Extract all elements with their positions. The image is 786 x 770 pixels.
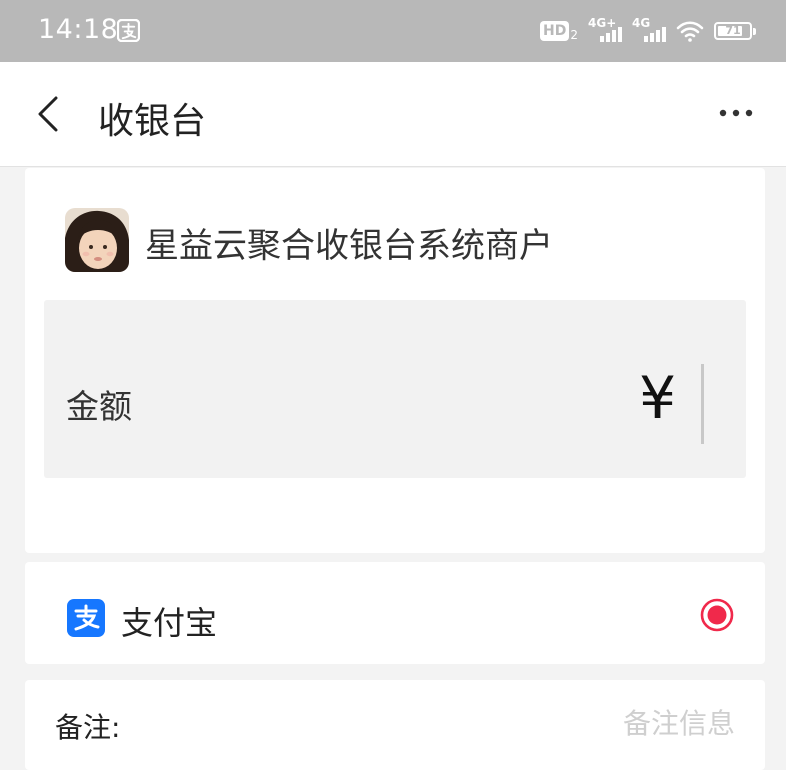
hd-icon: HD 2 bbox=[540, 21, 578, 41]
more-icon[interactable] bbox=[718, 106, 754, 120]
currency-symbol: ¥ bbox=[639, 364, 676, 432]
amount-field[interactable]: 金额 ¥ bbox=[44, 300, 746, 478]
text-cursor bbox=[701, 364, 704, 444]
payment-method-label: 支付宝 bbox=[121, 604, 218, 642]
note-row: 备注: bbox=[25, 680, 765, 770]
status-time: 14:18 bbox=[38, 14, 119, 45]
note-label: 备注: bbox=[55, 711, 121, 744]
alipay-icon bbox=[67, 599, 105, 637]
avatar bbox=[65, 208, 129, 272]
note-input[interactable] bbox=[403, 700, 737, 746]
merchant-card: 星益云聚合收银台系统商户 金额 ¥ bbox=[25, 168, 765, 553]
battery-icon: 71 bbox=[714, 22, 756, 40]
payment-method-option[interactable]: 支付宝 bbox=[25, 562, 765, 664]
radio-selected-icon[interactable] bbox=[700, 598, 734, 632]
status-bar: 14:18 HD 2 4G+ 4G 71 bbox=[0, 0, 786, 62]
merchant-name: 星益云聚合收银台系统商户 bbox=[145, 226, 553, 266]
signal-icon: 4G+ bbox=[588, 16, 622, 44]
status-icons: HD 2 4G+ 4G 71 bbox=[540, 16, 756, 45]
back-icon[interactable] bbox=[34, 94, 62, 134]
page-title: 收银台 bbox=[98, 101, 207, 142]
alipay-notification-icon bbox=[117, 19, 140, 42]
wifi-icon bbox=[676, 21, 704, 42]
amount-label: 金额 bbox=[66, 387, 132, 426]
nav-bar: 收银台 bbox=[0, 62, 786, 167]
signal-icon-2: 4G bbox=[632, 16, 666, 44]
